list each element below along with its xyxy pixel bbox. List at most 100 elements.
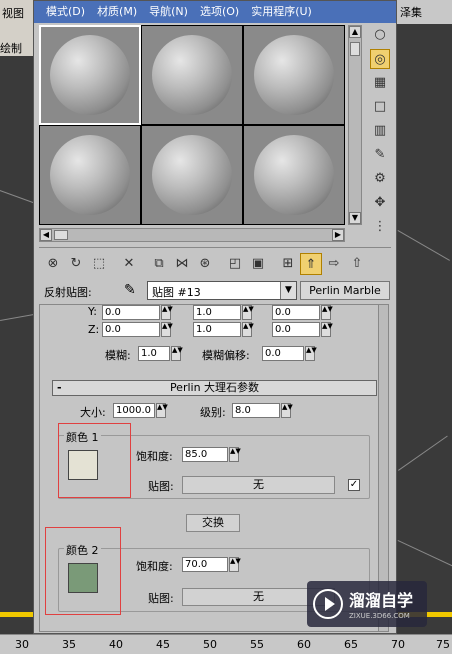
select-by-material-icon[interactable]: ✥ <box>370 193 390 213</box>
map-name-field[interactable]: 贴图 #13 ▼ <box>147 281 297 300</box>
ruler-tick: 60 <box>297 638 311 651</box>
spinner-icon[interactable]: ▲▼ <box>161 322 173 337</box>
blur-label: 模糊: <box>105 349 131 362</box>
tiling-z-field[interactable]: 1.0 ▲▼ <box>193 322 254 337</box>
watermark: 溜溜自学 ZIXUE.3D66.COM <box>307 581 427 627</box>
material-map-navigator-icon[interactable]: ⋮ <box>370 217 390 237</box>
make-copy-icon[interactable]: ⧉ <box>148 253 170 275</box>
go-forward-to-sibling-icon[interactable]: ⇨ <box>323 253 345 275</box>
spinner-icon[interactable]: ▲▼ <box>156 403 168 418</box>
make-unique-icon[interactable]: ⋈ <box>171 253 193 275</box>
spinner-icon[interactable]: ▲▼ <box>242 322 254 337</box>
watermark-url: ZIXUE.3D66.COM <box>349 612 410 620</box>
go-sibling-icon[interactable]: ⇧ <box>346 253 368 275</box>
spinner-icon[interactable]: ▲▼ <box>229 557 241 572</box>
sample-sphere <box>50 135 130 215</box>
spinner-icon[interactable]: ▲▼ <box>305 346 317 361</box>
material-id-channel-icon[interactable]: ◰ <box>224 253 246 275</box>
menu-options[interactable]: 选项(O) <box>194 1 245 23</box>
angle-z-field[interactable]: 0.0 ▲▼ <box>272 322 333 337</box>
go-to-parent-icon[interactable]: ⇑ <box>300 253 322 275</box>
reset-map-icon[interactable]: ✕ <box>118 253 140 275</box>
editor-menubar: 模式(D) 材质(M) 导航(N) 选项(O) 实用程序(U) <box>34 1 396 23</box>
scroll-thumb[interactable] <box>350 42 360 56</box>
show-end-result-icon[interactable]: ⊞ <box>277 253 299 275</box>
z-label: Z: <box>88 323 100 336</box>
sample-slot[interactable] <box>141 25 243 125</box>
angle-y-field[interactable]: 0.0 ▲▼ <box>272 305 333 320</box>
draw-label[interactable]: 绘制 <box>0 40 22 56</box>
sample-slot[interactable] <box>39 25 141 125</box>
blur-field[interactable]: 1.0 ▲▼ <box>138 346 183 361</box>
select-label[interactable]: 泽集 <box>400 4 422 20</box>
collapse-icon[interactable]: - <box>57 381 62 395</box>
assign-to-selection-icon[interactable]: ⬚ <box>88 253 110 275</box>
viewport-label[interactable]: 视图 <box>2 5 24 21</box>
slot-vertical-scrollbar[interactable]: ▲ ▼ <box>348 25 362 225</box>
sample-sphere <box>50 35 130 115</box>
spinner-icon[interactable]: ▲▼ <box>321 305 333 320</box>
map1-enabled-checkbox[interactable]: ✓ <box>348 479 360 491</box>
sample-slot[interactable] <box>141 125 243 225</box>
saturation1-field[interactable]: 85.0 ▲▼ <box>182 447 241 462</box>
swap-button[interactable]: 交换 <box>186 514 240 532</box>
put-to-scene-icon[interactable]: ↻ <box>65 253 87 275</box>
spinner-icon[interactable]: ▲▼ <box>161 305 173 320</box>
scroll-left-icon[interactable]: ◀ <box>40 229 52 241</box>
annotation-box <box>45 527 121 615</box>
sample-slot[interactable] <box>243 25 345 125</box>
map1-button[interactable]: 无 <box>182 476 335 494</box>
blur-offset-field[interactable]: 0.0 ▲▼ <box>262 346 317 361</box>
levels-value: 8.0 <box>235 405 251 416</box>
show-map-in-viewport-icon[interactable]: ▣ <box>247 253 269 275</box>
background-checker-icon[interactable]: ▦ <box>370 73 390 93</box>
sample-slot[interactable] <box>39 125 141 225</box>
scroll-down-icon[interactable]: ▼ <box>349 212 361 224</box>
sample-uv-icon[interactable]: □ <box>370 97 390 117</box>
menu-mode[interactable]: 模式(D) <box>40 1 91 23</box>
tiling-z-value: 1.0 <box>196 324 212 335</box>
scroll-up-icon[interactable]: ▲ <box>349 26 361 38</box>
spinner-icon[interactable]: ▲▼ <box>321 322 333 337</box>
ruler-tick: 40 <box>109 638 123 651</box>
sample-sphere <box>254 135 334 215</box>
saturation1-value: 85.0 <box>185 449 208 460</box>
scroll-right-icon[interactable]: ▶ <box>332 229 344 241</box>
tiling-y-value: 1.0 <box>196 307 212 318</box>
perlin-marble-rollout-header[interactable]: - Perlin 大理石参数 <box>52 380 377 396</box>
ruler-tick: 55 <box>250 638 264 651</box>
side-toolbar: ○ ◎ ▦ □ ▥ ✎ ⚙ ✥ ⋮ <box>368 25 392 255</box>
offset-y-field[interactable]: 0.0 ▲▼ <box>102 305 173 320</box>
slot-horizontal-scrollbar[interactable]: ◀ ▶ <box>39 228 345 242</box>
tiling-y-field[interactable]: 1.0 ▲▼ <box>193 305 254 320</box>
toolbar-divider <box>39 247 391 248</box>
size-field[interactable]: 1000.0 ▲▼ <box>113 403 168 418</box>
sample-type-icon[interactable]: ○ <box>370 25 390 45</box>
eyedropper-icon[interactable]: ✎ <box>124 282 136 298</box>
video-color-check-icon[interactable]: ▥ <box>370 121 390 141</box>
saturation2-field[interactable]: 70.0 ▲▼ <box>182 557 241 572</box>
map-type-button[interactable]: Perlin Marble <box>300 281 390 300</box>
spinner-icon[interactable]: ▲▼ <box>171 346 183 361</box>
sample-slot-grid <box>39 25 345 225</box>
options-icon[interactable]: ⚙ <box>370 169 390 189</box>
offset-z-field[interactable]: 0.0 ▲▼ <box>102 322 173 337</box>
put-to-library-icon[interactable]: ⊛ <box>194 253 216 275</box>
ruler-tick: 65 <box>344 638 358 651</box>
dropdown-arrow-icon[interactable]: ▼ <box>280 282 296 299</box>
backlight-icon[interactable]: ◎ <box>370 49 390 69</box>
spinner-icon[interactable]: ▲▼ <box>242 305 254 320</box>
menu-utilities[interactable]: 实用程序(U) <box>245 1 318 23</box>
scroll-thumb[interactable] <box>54 230 68 240</box>
timeline-ruler[interactable]: 30 35 40 45 50 55 60 65 70 75 <box>0 634 452 654</box>
sample-slot[interactable] <box>243 125 345 225</box>
spinner-icon[interactable]: ▲▼ <box>281 403 293 418</box>
offset-z-value: 0.0 <box>105 324 121 335</box>
spinner-icon[interactable]: ▲▼ <box>229 447 241 462</box>
map1-label: 贴图: <box>148 480 174 493</box>
make-preview-icon[interactable]: ✎ <box>370 145 390 165</box>
levels-field[interactable]: 8.0 ▲▼ <box>232 403 293 418</box>
menu-material[interactable]: 材质(M) <box>91 1 143 23</box>
get-material-icon[interactable]: ⊗ <box>42 253 64 275</box>
menu-navigation[interactable]: 导航(N) <box>143 1 194 23</box>
